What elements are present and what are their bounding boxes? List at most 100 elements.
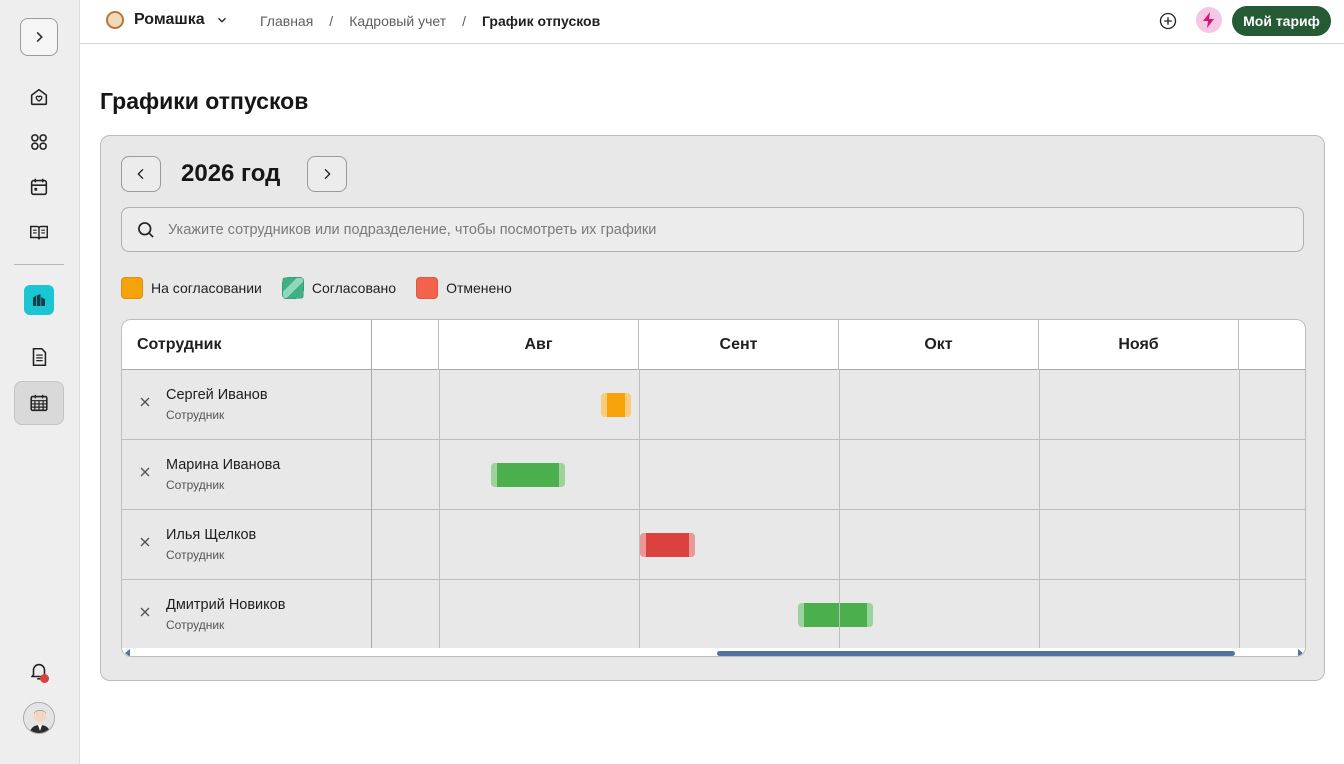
month-header	[1239, 320, 1305, 370]
remove-icon[interactable]	[139, 536, 151, 548]
sidebar	[0, 0, 80, 764]
table-row: Дмитрий Новиков Сотрудник	[122, 580, 1305, 650]
horizontal-scrollbar[interactable]	[122, 648, 1305, 656]
page-title: Графики отпусков	[100, 88, 309, 114]
employee-role: Сотрудник	[166, 408, 225, 422]
year-navigation: 2026 год	[121, 156, 347, 192]
status-legend: На согласовании Согласовано Отменено	[121, 277, 532, 299]
sidebar-divider	[14, 264, 64, 265]
table-row: Илья Щелков Сотрудник	[122, 510, 1305, 580]
legend-label: Согласовано	[311, 280, 397, 296]
chevron-down-icon	[217, 17, 226, 23]
year-label: 2026 год	[181, 160, 281, 187]
employee-role: Сотрудник	[166, 548, 225, 562]
prev-year-button[interactable]	[121, 156, 161, 192]
month-header	[372, 320, 439, 370]
search-input[interactable]	[168, 221, 1268, 238]
chevron-right-icon	[36, 31, 43, 43]
chevron-left-icon	[137, 168, 144, 180]
next-year-button[interactable]	[307, 156, 347, 192]
grid-line	[639, 370, 640, 650]
legend-pending: На согласовании	[121, 277, 262, 299]
remove-icon[interactable]	[139, 466, 151, 478]
boost-button[interactable]	[1196, 7, 1222, 33]
employee-cell: Илья Щелков Сотрудник	[122, 510, 372, 580]
employee-search[interactable]	[121, 207, 1304, 252]
breadcrumb-separator: /	[329, 13, 334, 29]
sidebar-item-apps[interactable]	[20, 123, 58, 161]
org-switcher[interactable]: Ромашка	[106, 11, 229, 29]
sidebar-item-vacation-schedule[interactable]	[14, 381, 64, 425]
vacation-bar-approved[interactable]	[798, 603, 873, 627]
remove-icon[interactable]	[139, 606, 151, 618]
vacation-timeline: Сотрудник Авг Сент Окт Нояб Сергей Ивано…	[121, 319, 1306, 657]
org-name: Ромашка	[134, 11, 205, 28]
employee-cell: Дмитрий Новиков Сотрудник	[122, 580, 372, 650]
sidebar-item-documents[interactable]	[20, 338, 58, 376]
notification-badge	[40, 674, 49, 683]
timeline-header: Сотрудник Авг Сент Окт Нояб	[122, 320, 1305, 370]
employee-name: Илья Щелков	[166, 527, 257, 543]
legend-swatch-approved	[281, 277, 304, 299]
grid-line	[1039, 370, 1040, 650]
legend-label: Отменено	[446, 280, 512, 296]
sidebar-item-knowledge[interactable]	[20, 213, 58, 251]
grid-line	[839, 370, 840, 650]
lightning-icon	[1203, 12, 1214, 28]
month-header: Нояб	[1039, 320, 1239, 370]
org-logo	[106, 11, 124, 29]
notifications-button[interactable]	[20, 652, 58, 690]
scroll-right-arrow[interactable]	[1298, 649, 1303, 656]
month-header: Сент	[639, 320, 839, 370]
month-header: Окт	[839, 320, 1039, 370]
breadcrumb-current: График отпусков	[482, 13, 601, 29]
sidebar-item-home[interactable]	[20, 78, 58, 116]
calendar-grid-icon	[30, 394, 48, 412]
employee-name: Дмитрий Новиков	[166, 597, 286, 613]
legend-label: На согласовании	[151, 280, 262, 296]
book-icon	[30, 225, 48, 240]
sidebar-item-calendar[interactable]	[20, 168, 58, 206]
employee-role: Сотрудник	[166, 478, 225, 492]
calendar-icon	[30, 178, 48, 196]
table-row: Марина Иванова Сотрудник	[122, 440, 1305, 510]
apps-grid-icon	[31, 134, 47, 150]
vacation-bar-approved[interactable]	[491, 463, 565, 487]
expand-sidebar-button[interactable]	[20, 18, 58, 56]
breadcrumb-separator: /	[462, 13, 466, 29]
home-icon	[30, 88, 48, 106]
month-header: Авг	[439, 320, 639, 370]
breadcrumb: Главная / Кадровый учет / График отпуско…	[260, 13, 600, 29]
employee-column-header: Сотрудник	[122, 320, 372, 370]
add-icon[interactable]	[1158, 11, 1178, 31]
legend-swatch-pending	[121, 277, 143, 299]
breadcrumb-hr[interactable]: Кадровый учет	[349, 13, 446, 29]
user-avatar-icon	[24, 703, 54, 733]
legend-cancelled: Отменено	[416, 277, 512, 299]
avatar[interactable]	[23, 702, 55, 734]
my-tariff-button[interactable]: Мой тариф	[1232, 6, 1331, 36]
scroll-left-arrow[interactable]	[125, 649, 130, 656]
vacation-schedule-panel: 2026 год На согласовании Согласовано Отм…	[100, 135, 1325, 681]
document-icon	[32, 347, 47, 367]
scroll-thumb[interactable]	[717, 651, 1235, 656]
vacation-bar-pending[interactable]	[601, 393, 631, 417]
grid-line	[439, 370, 440, 650]
legend-approved: Согласовано	[281, 277, 397, 299]
remove-icon[interactable]	[139, 396, 151, 408]
table-row: Сергей Иванов Сотрудник	[122, 370, 1305, 440]
employee-name: Марина Иванова	[166, 457, 281, 473]
legend-swatch-cancelled	[416, 277, 439, 299]
sidebar-item-team-app[interactable]	[24, 285, 54, 315]
search-icon	[138, 221, 154, 238]
top-bar: Ромашка Главная / Кадровый учет / График…	[80, 0, 1344, 44]
breadcrumb-home[interactable]: Главная	[260, 13, 313, 29]
employee-cell: Сергей Иванов Сотрудник	[122, 370, 372, 440]
employee-role: Сотрудник	[166, 618, 225, 632]
vacation-bar-cancelled[interactable]	[640, 533, 695, 557]
grid-line	[1239, 370, 1240, 650]
chevron-right-icon	[324, 168, 331, 180]
employee-name: Сергей Иванов	[166, 387, 268, 403]
team-app-icon	[33, 294, 45, 306]
employee-cell: Марина Иванова Сотрудник	[122, 440, 372, 510]
